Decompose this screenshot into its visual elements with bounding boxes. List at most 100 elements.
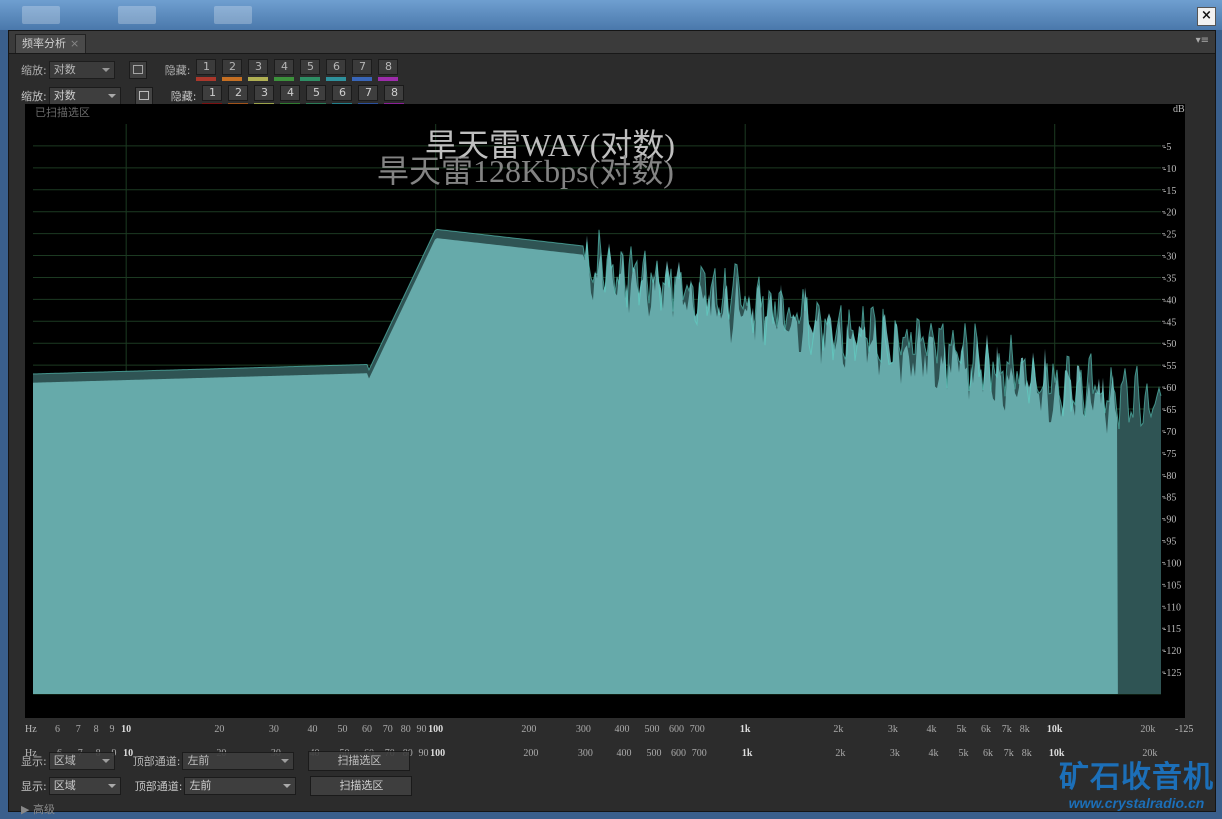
channel-number: 2 [222, 59, 243, 75]
hz-tick-label: 7 [76, 724, 81, 735]
channel-color-bar [274, 77, 295, 81]
hz-tick-label: 10 [121, 724, 131, 735]
channel-color-bar [300, 77, 321, 81]
db-tick-label: -120 [1163, 646, 1181, 657]
db-tick-label: -125 [1175, 724, 1193, 735]
db-tick-label: -65 [1163, 405, 1176, 416]
channel-number: 7 [352, 59, 373, 75]
channel-number: 3 [254, 85, 275, 101]
channel-color-bar [196, 77, 217, 81]
db-tick-label: -55 [1163, 361, 1176, 372]
hz-tick-label: 6 [55, 724, 60, 735]
channel-number: 7 [358, 85, 379, 101]
mp3-spectrum-area [33, 235, 1118, 694]
hz-tick-label: 70 [383, 724, 393, 735]
hz-tick-label: 10k [1047, 724, 1063, 735]
scan-selection-button[interactable]: 扫描选区 [308, 751, 411, 771]
channel-number: 5 [300, 59, 321, 75]
taskbar-ghost-icon [118, 6, 156, 24]
channel-number: 2 [228, 85, 249, 101]
copy-icon[interactable] [128, 61, 147, 79]
scanned-selection-label: 已扫描选区 [35, 105, 90, 119]
plot-title-mp3: 旱天雷128Kbps(对数) [377, 153, 674, 189]
taskbar-ghost-icon [214, 6, 252, 24]
taskbar-ghost-icon [22, 6, 60, 24]
scan-selection-button[interactable]: 扫描选区 [310, 776, 413, 796]
window-close-button[interactable]: × [1197, 7, 1216, 26]
hz-tick-label: 50 [338, 724, 348, 735]
display-select[interactable]: 区域 [48, 777, 121, 795]
display-label: 显示: [21, 755, 47, 768]
hz-tick-label: 20 [214, 724, 224, 735]
window-titlebar: × [0, 0, 1222, 30]
channel-toggle-3[interactable]: 3 [248, 59, 269, 81]
top-channel-select[interactable]: 左前 [184, 777, 297, 795]
hz-tick-label: 40 [308, 724, 318, 735]
channel-toggle-2[interactable]: 2 [222, 59, 243, 81]
frequency-analysis-panel: 频率分析 × ▾≡ 缩放: 对数 隐藏: 12345678 缩放: 对数 隐藏: … [8, 30, 1216, 816]
db-tick-label: -100 [1163, 558, 1181, 569]
hz-tick-label: 700 [690, 724, 705, 735]
channel-toggle-5[interactable]: 5 [300, 59, 321, 81]
tab-label: 频率分析 [22, 37, 66, 50]
channel-toggle-1[interactable]: 1 [196, 59, 217, 81]
channel-toggle-7[interactable]: 7 [352, 59, 373, 81]
db-tick-label: -90 [1163, 515, 1176, 526]
channel-toggle-4[interactable]: 4 [274, 59, 295, 81]
hz-tick-label: 8 [94, 724, 99, 735]
hz-tick-label: 100 [428, 724, 443, 735]
scale-label: 缩放: [21, 64, 47, 77]
channel-number: 3 [248, 59, 269, 75]
panel-tabbar: 频率分析 × ▾≡ [9, 31, 1215, 54]
channel-color-bar [378, 77, 399, 81]
tab-frequency-analysis[interactable]: 频率分析 × [15, 34, 87, 53]
db-tick-label: -110 [1163, 602, 1181, 613]
db-tick-label: -70 [1163, 427, 1176, 438]
hz-tick-label: 9 [110, 724, 115, 735]
hz-tick-label: 600 [669, 724, 684, 735]
db-tick-label: -85 [1163, 493, 1176, 504]
channel-color-bar [326, 77, 347, 81]
hz-tick-label: 80 [401, 724, 411, 735]
bottom-controls: 显示: 区域 顶部通道: 左前 扫描选区 显示: 区域 顶部通道: 左前 扫描选… [9, 749, 1215, 816]
db-tick-label: -20 [1163, 208, 1176, 219]
scale-label: 缩放: [21, 90, 47, 103]
hz-unit-label: Hz [25, 724, 37, 735]
hide-label: 隐藏: [170, 90, 197, 103]
channel-number: 8 [378, 59, 399, 75]
spectrum-svg: 已扫描选区旱天雷WAV(对数)旱天雷128Kbps(对数)dB-5-10-15-… [32, 104, 1185, 695]
db-tick-label: -30 [1163, 252, 1176, 263]
channel-number: 5 [306, 85, 327, 101]
channel-color-bar [222, 77, 243, 81]
scale-select[interactable]: 对数 [48, 61, 115, 79]
controls-row-ghost: 缩放: 对数 隐藏: 12345678 [21, 59, 404, 81]
panel-menu-icon[interactable]: ▾≡ [1196, 35, 1209, 46]
db-tick-label: -15 [1163, 186, 1176, 197]
db-tick-label: -5 [1163, 142, 1171, 153]
controls-row: 缩放: 对数 隐藏: 12345678 [21, 85, 410, 107]
db-tick-label: -40 [1163, 295, 1176, 306]
bottom-row-ghost: 显示: 区域 顶部通道: 左前 扫描选区 [21, 751, 411, 771]
watermark-logo: 矿石收音机 www.crystalradio.cn [1059, 760, 1214, 812]
channel-toggle-6[interactable]: 6 [326, 59, 347, 81]
bottom-row: 显示: 区域 顶部通道: 左前 扫描选区 [21, 776, 413, 796]
hz-tick-label: 6k [981, 724, 991, 735]
db-tick-label: -80 [1163, 471, 1176, 482]
hz-tick-label: 8k [1020, 724, 1030, 735]
advanced-toggle[interactable]: ▶ 高级 [21, 801, 55, 817]
channel-toggle-8[interactable]: 8 [378, 59, 399, 81]
hz-tick-label: 7k [1002, 724, 1012, 735]
hz-tick-label: 400 [615, 724, 630, 735]
db-tick-label: -35 [1163, 273, 1176, 284]
watermark-name: 矿石收音机 [1059, 760, 1214, 795]
channel-number: 4 [280, 85, 301, 101]
tab-close-icon[interactable]: × [70, 37, 79, 50]
top-channel-select[interactable]: 左前 [182, 752, 295, 770]
hz-tick-label: 2k [833, 724, 843, 735]
copy-icon[interactable] [134, 87, 153, 105]
scale-select[interactable]: 对数 [48, 87, 121, 105]
display-select[interactable]: 区域 [48, 752, 115, 770]
spectrum-plot[interactable]: 已扫描选区 旱天雷WAV(对数) 旱天雷128Kbps(对数) dB -5 -10 -15-… [25, 104, 1185, 718]
hz-tick-label: 4k [927, 724, 937, 735]
db-tick-label: -60 [1163, 383, 1176, 394]
